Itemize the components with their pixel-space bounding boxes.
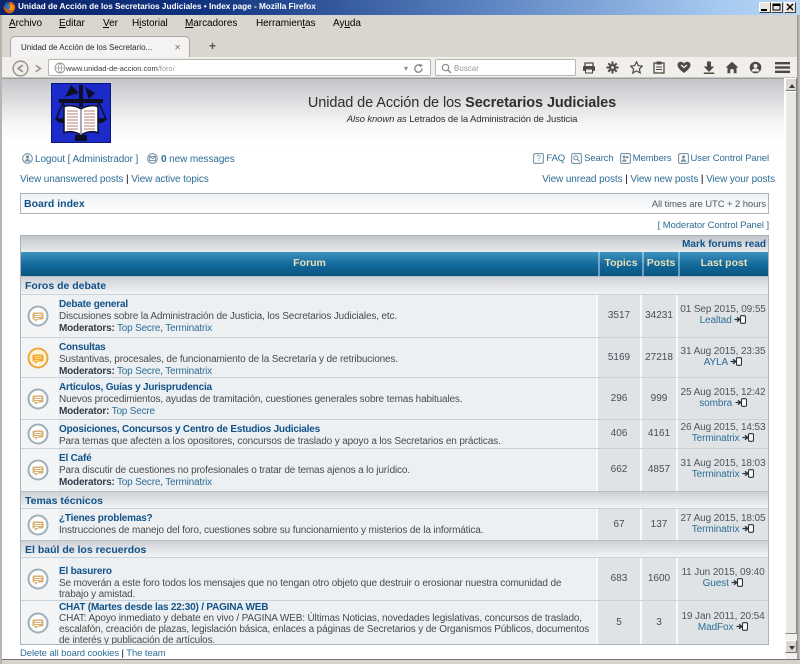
svg-text:?: ?	[537, 154, 542, 163]
